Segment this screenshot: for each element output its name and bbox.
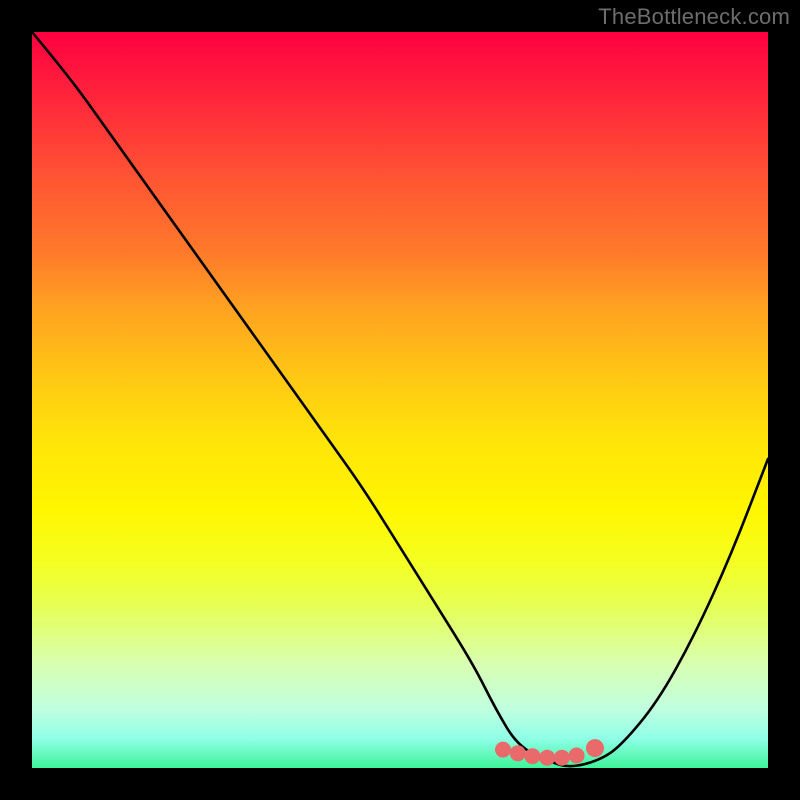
plot-area [32,32,768,768]
bottleneck-plot-svg [32,32,768,768]
marker-dot [569,748,585,764]
chart-frame: TheBottleneck.com [0,0,800,800]
marker-dot [510,745,526,761]
marker-dot [495,742,511,758]
marker-dot [525,748,541,764]
active-range-markers [495,739,604,766]
bottleneck-curve [32,32,768,766]
marker-dot [554,750,570,766]
watermark-text: TheBottleneck.com [598,4,790,30]
marker-dot [539,750,555,766]
marker-dot [586,739,604,757]
